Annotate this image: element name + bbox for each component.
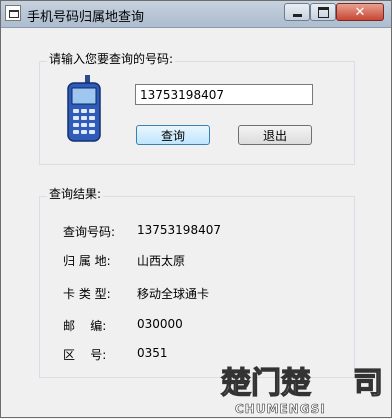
watermark-text-2: 司 (353, 366, 383, 401)
result-label-location: 归 属 地: (63, 254, 111, 268)
app-icon (5, 5, 21, 21)
result-label-card-type: 卡 类 型: (63, 287, 111, 301)
query-button-label: 查询 (160, 128, 185, 143)
query-group-label: 请输入您要查询的号码: (47, 50, 176, 67)
result-value-area-code: 0351 (137, 346, 168, 360)
close-icon: ✕ (354, 4, 366, 20)
result-label-number: 查询号码: (63, 225, 116, 239)
watermark-subtext: CHUMENGSI (235, 402, 326, 416)
result-value-card-type: 移动全球通卡 (137, 287, 210, 301)
result-value-location: 山西太原 (137, 254, 186, 268)
minimize-button[interactable] (284, 3, 310, 21)
phone-number-input[interactable]: 13753198407 (135, 84, 313, 105)
app-window: 手机号码归属地查询 ✕ 请输入您要查询的号码: 13753198407 查询 退… (0, 0, 392, 418)
exit-button-label: 退出 (262, 128, 287, 143)
watermark-logo: 楚门楚 司 CHUMENGSI (220, 365, 383, 416)
result-label-area-code: 区 号: (63, 348, 107, 362)
result-value-number: 13753198407 (137, 223, 221, 237)
result-label-postcode: 邮 编: (63, 319, 107, 333)
maximize-icon (317, 6, 329, 18)
result-group-label: 查询结果: (47, 185, 104, 202)
query-button[interactable]: 查询 (136, 125, 210, 145)
window-title: 手机号码归属地查询 (27, 10, 145, 25)
maximize-button[interactable] (310, 3, 336, 21)
result-value-postcode: 030000 (137, 317, 183, 331)
mobile-phone-icon (67, 75, 101, 142)
watermark-text: 楚门楚 (221, 366, 311, 401)
exit-button[interactable]: 退出 (238, 125, 312, 145)
title-bar[interactable]: 手机号码归属地查询 ✕ (1, 1, 391, 28)
minimize-icon (292, 13, 302, 17)
close-button[interactable]: ✕ (336, 3, 384, 21)
